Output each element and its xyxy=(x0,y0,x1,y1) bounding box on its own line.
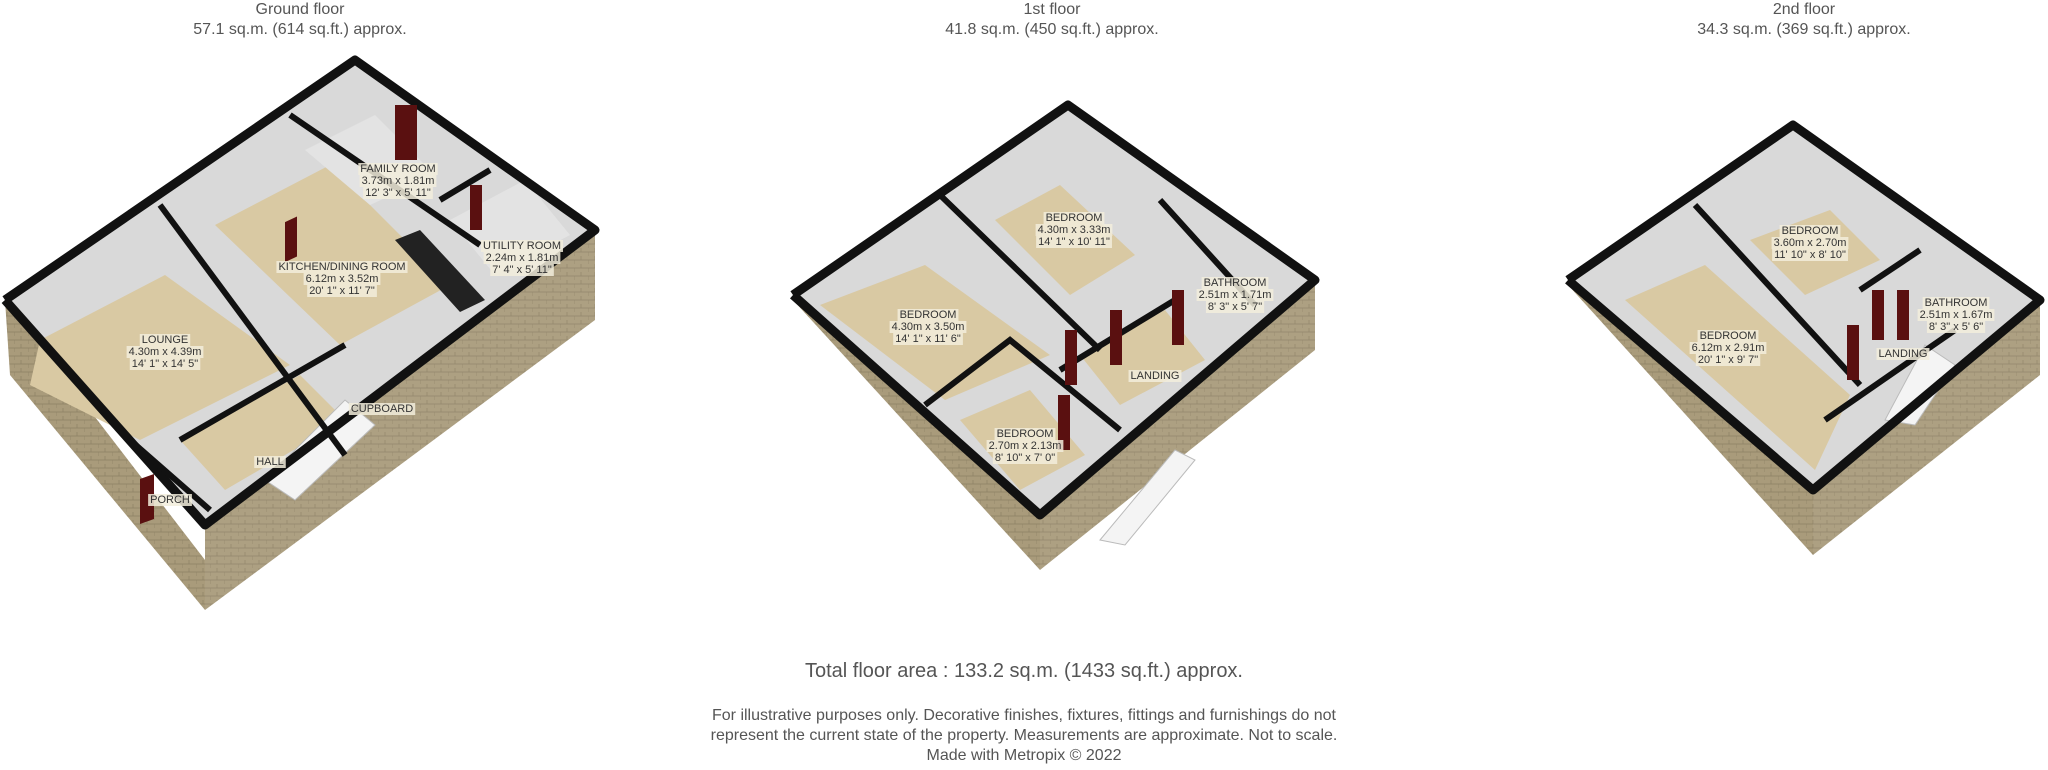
first-bedroom-front-imperial: 14' 1" x 11' 6" xyxy=(895,333,961,345)
first-bedroom-small-metric: 2.70m x 2.13m xyxy=(989,440,1062,452)
second-bathroom-imperial: 8' 3" x 5' 6" xyxy=(1929,321,1983,333)
second-bedroom-small-imperial: 11' 10" x 8' 10" xyxy=(1774,249,1846,261)
ground-door-3 xyxy=(395,105,417,160)
first-bedroom-back-imperial: 14' 1" x 10' 11" xyxy=(1038,236,1110,248)
family-room-name: FAMILY ROOM xyxy=(360,163,435,175)
first-floor-plan xyxy=(790,100,1320,570)
first-door-1 xyxy=(1065,330,1077,385)
second-door-2 xyxy=(1872,290,1884,340)
second-bathroom-name: BATHROOM xyxy=(1925,297,1988,309)
lounge-imperial: 14' 1" x 14' 5" xyxy=(132,358,199,370)
second-door-3 xyxy=(1897,290,1909,340)
label-first-bedroom-back: BEDROOM 4.30m x 3.33m 14' 1" x 10' 11" xyxy=(1035,212,1113,248)
first-bedroom-front-metric: 4.30m x 3.50m xyxy=(892,321,965,333)
label-second-bedroom-small: BEDROOM 3.60m x 2.70m 11' 10" x 8' 10" xyxy=(1771,225,1849,261)
second-floor-plan xyxy=(1565,120,2045,555)
first-landing-label: LANDING xyxy=(1131,370,1180,382)
first-door-2 xyxy=(1110,310,1122,365)
label-second-bathroom: BATHROOM 2.51m x 1.67m 8' 3" x 5' 6" xyxy=(1917,297,1995,333)
first-bedroom-back-metric: 4.30m x 3.33m xyxy=(1038,224,1111,236)
disclaimer-line-1: For illustrative purposes only. Decorati… xyxy=(712,707,1336,724)
cupboard-label: CUPBOARD xyxy=(351,403,413,415)
disclaimer-line-2: represent the current state of the prope… xyxy=(710,727,1338,744)
utility-room-name: UTILITY ROOM xyxy=(483,240,561,252)
lounge-name: LOUNGE xyxy=(142,334,188,346)
floor-plans-drawing: FAMILY ROOM 3.73m x 1.81m 12' 3" x 5' 11… xyxy=(1,55,2045,610)
label-first-bathroom: BATHROOM 2.51m x 1.71m 8' 3" x 5' 7" xyxy=(1196,277,1274,313)
first-door-3 xyxy=(1172,290,1184,345)
label-first-bedroom-front: BEDROOM 4.30m x 3.50m 14' 1" x 11' 6" xyxy=(889,309,967,345)
first-bedroom-back-name: BEDROOM xyxy=(1046,212,1103,224)
second-bedroom-small-metric: 3.60m x 2.70m xyxy=(1774,237,1847,249)
utility-room-metric: 2.24m x 1.81m xyxy=(486,252,559,264)
family-room-imperial: 12' 3" x 5' 11" xyxy=(365,187,431,199)
second-door-1 xyxy=(1847,325,1859,380)
second-landing-label: LANDING xyxy=(1879,348,1928,360)
hall-label: HALL xyxy=(256,456,284,468)
kitchen-name: KITCHEN/DINING ROOM xyxy=(278,261,405,273)
kitchen-metric: 6.12m x 3.52m xyxy=(306,273,379,285)
second-bedroom-large-metric: 6.12m x 2.91m xyxy=(1692,342,1765,354)
ground-floor-plan xyxy=(1,55,600,610)
second-bathroom-metric: 2.51m x 1.67m xyxy=(1920,309,1993,321)
first-bathroom-name: BATHROOM xyxy=(1204,277,1267,289)
ground-door-4 xyxy=(470,185,482,230)
lounge-metric: 4.30m x 4.39m xyxy=(129,346,202,358)
porch-label: PORCH xyxy=(150,494,190,506)
first-bathroom-imperial: 8' 3" x 5' 7" xyxy=(1208,301,1262,313)
label-family-room: FAMILY ROOM 3.73m x 1.81m 12' 3" x 5' 11… xyxy=(358,163,438,199)
label-first-bedroom-small: BEDROOM 2.70m x 2.13m 8' 10" x 7' 0" xyxy=(986,428,1064,464)
label-utility-room: UTILITY ROOM 2.24m x 1.81m 7' 4" x 5' 11… xyxy=(480,240,564,276)
disclaimer: For illustrative purposes only. Decorati… xyxy=(0,706,2048,766)
family-room-metric: 3.73m x 1.81m xyxy=(362,175,435,187)
first-bathroom-metric: 2.51m x 1.71m xyxy=(1199,289,1272,301)
second-bedroom-large-imperial: 20' 1" x 9' 7" xyxy=(1698,354,1758,366)
metropix-credit: Made with Metropix © 2022 xyxy=(926,747,1122,764)
second-bedroom-small-name: BEDROOM xyxy=(1782,225,1839,237)
second-bedroom-large-name: BEDROOM xyxy=(1700,330,1757,342)
first-bedroom-front-name: BEDROOM xyxy=(900,309,957,321)
total-floor-area: Total floor area : 133.2 sq.m. (1433 sq.… xyxy=(804,660,1243,682)
first-bedroom-small-imperial: 8' 10" x 7' 0" xyxy=(995,452,1055,464)
label-second-bedroom-large: BEDROOM 6.12m x 2.91m 20' 1" x 9' 7" xyxy=(1689,330,1767,366)
ground-door-1 xyxy=(285,216,297,263)
utility-room-imperial: 7' 4" x 5' 11" xyxy=(492,264,552,276)
kitchen-imperial: 20' 1" x 11' 7" xyxy=(309,285,375,297)
first-bedroom-small-name: BEDROOM xyxy=(997,428,1054,440)
